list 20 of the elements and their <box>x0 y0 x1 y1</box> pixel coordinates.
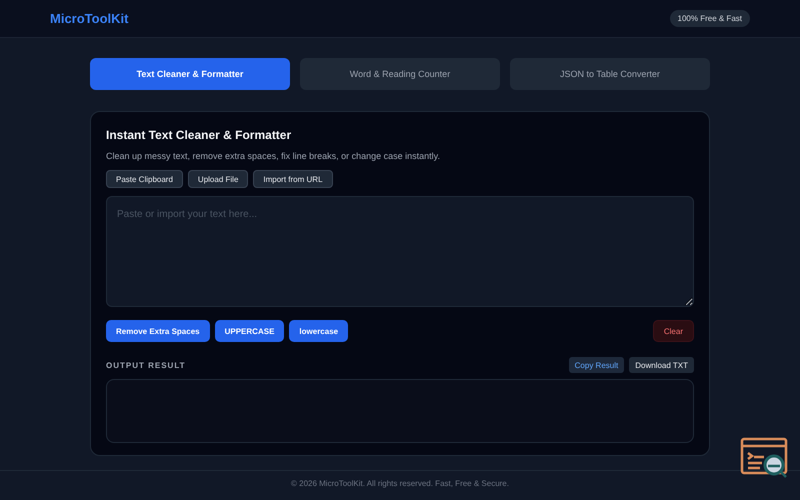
tab[interactable]: Word & Reading Counter <box>300 58 500 90</box>
output-button[interactable]: Download TXT <box>629 357 694 373</box>
card-title: Instant Text Cleaner & Formatter <box>106 128 292 142</box>
format-button[interactable]: lowercase <box>289 320 348 342</box>
free-badge: 100% Free & Fast <box>670 10 750 27</box>
tab[interactable]: JSON to Table Converter <box>510 58 710 90</box>
logo[interactable]: MicroToolKit <box>50 11 128 26</box>
format-button[interactable]: Remove Extra Spaces <box>106 320 210 342</box>
import-button[interactable]: Import from URL <box>253 170 333 188</box>
card-description: Clean up messy text, remove extra spaces, fix line breaks, or change case instantly. <box>106 151 441 161</box>
output-label: OUTPUT RESULT <box>106 360 186 370</box>
tab[interactable]: Text Cleaner & Formatter <box>90 58 290 90</box>
text-search-icon[interactable] <box>740 437 790 479</box>
output-button[interactable]: Copy Result <box>568 357 624 373</box>
text-input-field[interactable]: Paste or import your text here... <box>106 196 694 307</box>
format-button[interactable]: UPPERCASE <box>214 320 284 342</box>
clear-button[interactable]: Clear <box>652 320 694 342</box>
import-button[interactable]: Paste Clipboard <box>106 170 183 188</box>
import-button[interactable]: Upload File <box>188 170 248 188</box>
footer-text: © 2026 MicroToolKit. All rights reserved. Fast, Free & Secure. <box>291 479 509 488</box>
